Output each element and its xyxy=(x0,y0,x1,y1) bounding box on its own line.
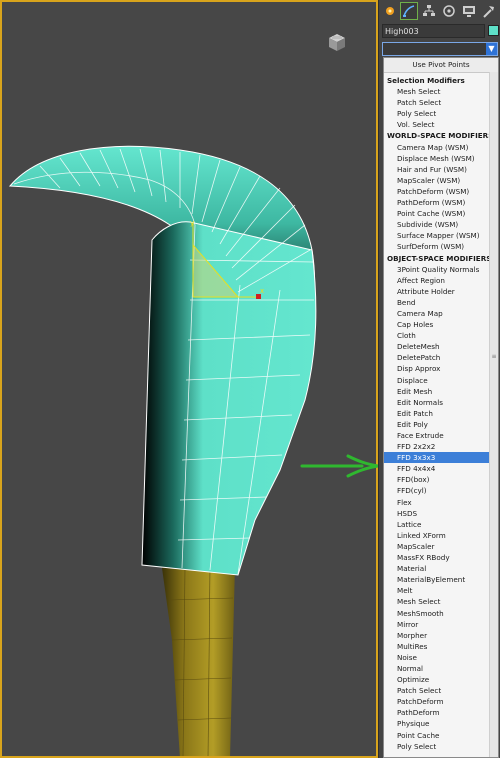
command-panel: High003 ▼ Use Pivot Points Selection Mod… xyxy=(378,0,500,758)
modifier-category-header: WORLD-SPACE MODIFIERS xyxy=(387,131,494,141)
modifier-list-item[interactable]: DeletePatch xyxy=(384,352,498,363)
modifier-list-item[interactable]: Point Cache (WSM) xyxy=(384,208,498,219)
utilities-tab[interactable] xyxy=(480,2,498,20)
modifier-list-item[interactable]: MapScaler xyxy=(384,541,498,552)
modifier-list-item[interactable]: SurfDeform (WSM) xyxy=(384,241,498,252)
modifier-list-item[interactable]: Edit Mesh xyxy=(384,386,498,397)
modifier-list-item[interactable]: Affect Region xyxy=(384,275,498,286)
green-arrow-icon xyxy=(300,454,379,478)
modifier-list-item[interactable]: Disp Approx xyxy=(384,363,498,374)
modifier-list-item[interactable]: Camera Map xyxy=(384,308,498,319)
modifier-list-item[interactable]: PathDeform (WSM) xyxy=(384,197,498,208)
modifier-list-item[interactable]: MapScaler (WSM) xyxy=(384,175,498,186)
modifier-list-item[interactable]: Hair and Fur (WSM) xyxy=(384,164,498,175)
modifier-list-item[interactable]: Cap Holes xyxy=(384,319,498,330)
modifier-list-item[interactable]: Physique xyxy=(384,718,498,729)
perspective-viewport[interactable]: y x xyxy=(0,0,378,758)
modifier-list-item[interactable]: MultiRes xyxy=(384,641,498,652)
modifier-list-item[interactable]: Mesh Select xyxy=(384,596,498,607)
modifier-list-item[interactable]: Flex xyxy=(384,497,498,508)
modifier-list-item[interactable]: Lattice xyxy=(384,519,498,530)
modifier-list-item[interactable]: HSDS xyxy=(384,508,498,519)
create-tab[interactable] xyxy=(381,2,399,20)
motion-icon xyxy=(443,5,455,17)
modifier-list-item[interactable]: Mesh Select xyxy=(384,86,498,97)
modifier-list-item[interactable]: Noise xyxy=(384,652,498,663)
modifier-list-item[interactable]: Displace Mesh (WSM) xyxy=(384,153,498,164)
scroll-grip-icon[interactable]: ≡ xyxy=(491,354,497,360)
utilities-icon xyxy=(483,6,494,18)
command-panel-tabs xyxy=(379,0,500,22)
display-tab[interactable] xyxy=(460,2,478,20)
modifier-list-item[interactable]: Poly Select xyxy=(384,741,498,752)
modifier-list-item[interactable]: Surface Mapper (WSM) xyxy=(384,230,498,241)
modifier-list-item[interactable]: Patch Select xyxy=(384,685,498,696)
modifier-list-dropdown[interactable]: ▼ xyxy=(382,42,498,56)
modifier-list-item[interactable]: Edit Normals xyxy=(384,397,498,408)
use-pivot-points-option[interactable]: Use Pivot Points xyxy=(384,58,498,73)
modifier-list-item[interactable]: FFD 4x4x4 xyxy=(384,463,498,474)
modifier-list-item[interactable]: Attribute Holder xyxy=(384,286,498,297)
modify-icon xyxy=(403,5,415,17)
display-icon xyxy=(463,6,475,17)
modifier-list-item[interactable]: MassFX RBody xyxy=(384,552,498,563)
modifier-list-item[interactable]: Melt xyxy=(384,585,498,596)
modifier-list-item[interactable]: FFD(box) xyxy=(384,474,498,485)
chevron-down-icon[interactable]: ▼ xyxy=(486,43,497,55)
svg-text:x: x xyxy=(260,287,264,295)
motion-tab[interactable] xyxy=(440,2,458,20)
modifier-list[interactable]: Use Pivot Points Selection Modifiers Mesh… xyxy=(383,57,499,758)
modifier-list-item[interactable]: DeleteMesh xyxy=(384,341,498,352)
modifier-list-item[interactable]: Subdivide (WSM) xyxy=(384,219,498,230)
object-name-field[interactable]: High003 xyxy=(382,24,485,38)
modifier-list-item[interactable]: Normal xyxy=(384,663,498,674)
modifier-list-item[interactable]: Camera Map (WSM) xyxy=(384,142,498,153)
blade-mesh-render: y x xyxy=(8,145,317,758)
hierarchy-tab[interactable] xyxy=(420,2,438,20)
modifier-list-item[interactable]: Displace xyxy=(384,375,498,386)
modify-tab[interactable] xyxy=(400,2,418,20)
modifier-list-item[interactable]: PatchDeform xyxy=(384,696,498,707)
modifier-list-item[interactable]: Face Extrude xyxy=(384,430,498,441)
hierarchy-icon xyxy=(423,5,435,16)
modifier-list-item[interactable]: Edit Poly xyxy=(384,419,498,430)
viewcube-icon[interactable] xyxy=(325,30,349,58)
modifier-list-item[interactable]: Patch Select xyxy=(384,97,498,108)
modifier-list-item[interactable]: FFD 2x2x2 xyxy=(384,441,498,452)
modifier-list-item[interactable]: Mirror xyxy=(384,619,498,630)
blade-body-mesh xyxy=(141,221,317,576)
modifier-list-item[interactable]: Material xyxy=(384,563,498,574)
modifier-category-header: OBJECT-SPACE MODIFIERS xyxy=(387,253,492,263)
modifier-category-header: Selection Modifiers xyxy=(387,76,465,85)
modifier-list-scrollbar[interactable]: ≡ xyxy=(489,72,498,757)
svg-text:y: y xyxy=(190,219,194,227)
modifier-list-item[interactable]: Cloth xyxy=(384,330,498,341)
modifier-list-item[interactable]: 3Point Quality Normals xyxy=(384,264,498,275)
modifier-list-item[interactable]: Optimize xyxy=(384,674,498,685)
modifier-list-item[interactable]: Vol. Select xyxy=(384,119,498,130)
modifier-list-item[interactable]: FFD 3x3x3 xyxy=(384,452,498,464)
modifier-list-item[interactable]: Linked XForm xyxy=(384,530,498,541)
modifier-list-item[interactable]: Morpher xyxy=(384,630,498,641)
handle-mesh xyxy=(161,564,236,758)
create-icon xyxy=(386,7,394,15)
modifier-list-item[interactable]: Edit Patch xyxy=(384,408,498,419)
modifier-list-item[interactable]: Point Cache xyxy=(384,730,498,741)
modifier-list-item[interactable]: MeshSmooth xyxy=(384,608,498,619)
object-color-swatch[interactable] xyxy=(488,25,499,36)
modifier-list-item[interactable]: Bend xyxy=(384,297,498,308)
modifier-list-item[interactable]: MaterialByElement xyxy=(384,574,498,585)
modifier-list-item[interactable]: Poly Select xyxy=(384,108,498,119)
modifier-list-item[interactable]: FFD(cyl) xyxy=(384,485,498,496)
modifier-list-item[interactable]: PathDeform xyxy=(384,707,498,718)
modifier-list-item[interactable]: PatchDeform (WSM) xyxy=(384,186,498,197)
